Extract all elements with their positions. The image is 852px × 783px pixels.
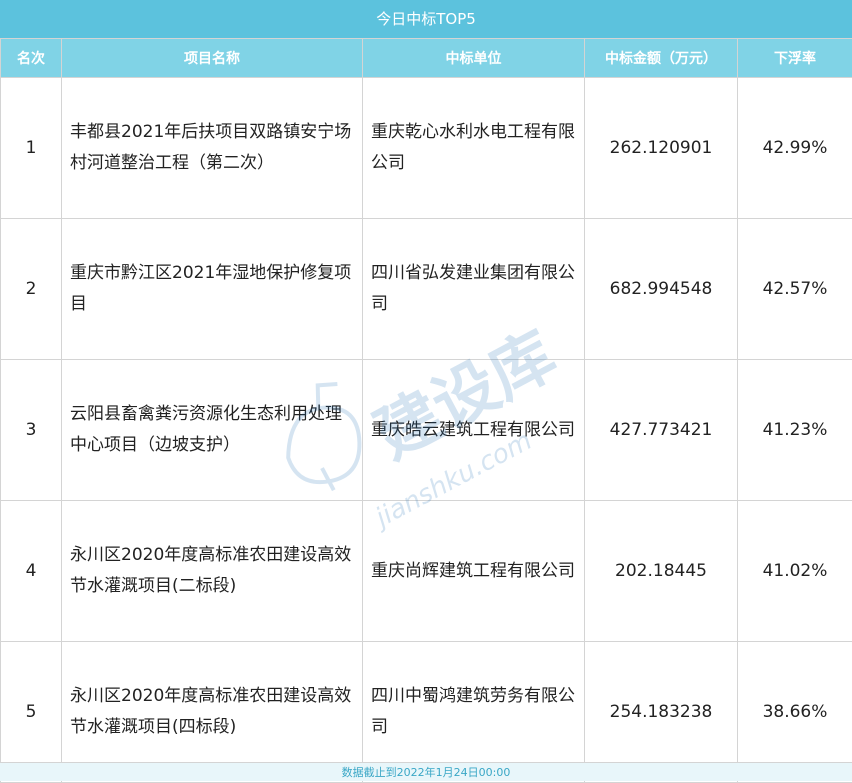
table-row: 2 重庆市黔江区2021年湿地保护修复项目 四川省弘发建业集团有限公司 682.… bbox=[1, 219, 852, 360]
table-row: 4 永川区2020年度高标准农田建设高效节水灌溉项目(二标段) 重庆尚辉建筑工程… bbox=[1, 501, 852, 642]
header-winning-company: 中标单位 bbox=[363, 39, 585, 78]
header-project-name: 项目名称 bbox=[62, 39, 363, 78]
header-discount-rate: 下浮率 bbox=[738, 39, 852, 78]
company-cell: 重庆尚辉建筑工程有限公司 bbox=[363, 501, 585, 642]
company-cell: 重庆乾心水利水电工程有限公司 bbox=[363, 78, 585, 219]
table-title: 今日中标TOP5 bbox=[0, 0, 852, 38]
top5-table: 名次 项目名称 中标单位 中标金额（万元） 下浮率 1 丰都县2021年后扶项目… bbox=[0, 38, 852, 783]
table-row: 1 丰都县2021年后扶项目双路镇安宁场村河道整治工程（第二次） 重庆乾心水利水… bbox=[1, 78, 852, 219]
rank-cell: 2 bbox=[1, 219, 62, 360]
header-amount: 中标金额（万元） bbox=[585, 39, 738, 78]
project-name-cell: 丰都县2021年后扶项目双路镇安宁场村河道整治工程（第二次） bbox=[62, 78, 363, 219]
rank-cell: 3 bbox=[1, 360, 62, 501]
amount-cell: 202.18445 bbox=[585, 501, 738, 642]
company-cell: 重庆皓云建筑工程有限公司 bbox=[363, 360, 585, 501]
amount-cell: 682.994548 bbox=[585, 219, 738, 360]
amount-cell: 427.773421 bbox=[585, 360, 738, 501]
project-name-cell: 重庆市黔江区2021年湿地保护修复项目 bbox=[62, 219, 363, 360]
rank-cell: 4 bbox=[1, 501, 62, 642]
rate-cell: 42.99% bbox=[738, 78, 852, 219]
header-row: 名次 项目名称 中标单位 中标金额（万元） 下浮率 bbox=[1, 39, 852, 78]
rate-cell: 41.02% bbox=[738, 501, 852, 642]
footer-data-date: 数据截止到2022年1月24日00:00 bbox=[0, 762, 852, 781]
table-row: 3 云阳县畜禽粪污资源化生态利用处理中心项目（边坡支护） 重庆皓云建筑工程有限公… bbox=[1, 360, 852, 501]
company-cell: 四川省弘发建业集团有限公司 bbox=[363, 219, 585, 360]
header-rank: 名次 bbox=[1, 39, 62, 78]
amount-cell: 262.120901 bbox=[585, 78, 738, 219]
rate-cell: 42.57% bbox=[738, 219, 852, 360]
project-name-cell: 云阳县畜禽粪污资源化生态利用处理中心项目（边坡支护） bbox=[62, 360, 363, 501]
rank-cell: 1 bbox=[1, 78, 62, 219]
project-name-cell: 永川区2020年度高标准农田建设高效节水灌溉项目(二标段) bbox=[62, 501, 363, 642]
rate-cell: 41.23% bbox=[738, 360, 852, 501]
